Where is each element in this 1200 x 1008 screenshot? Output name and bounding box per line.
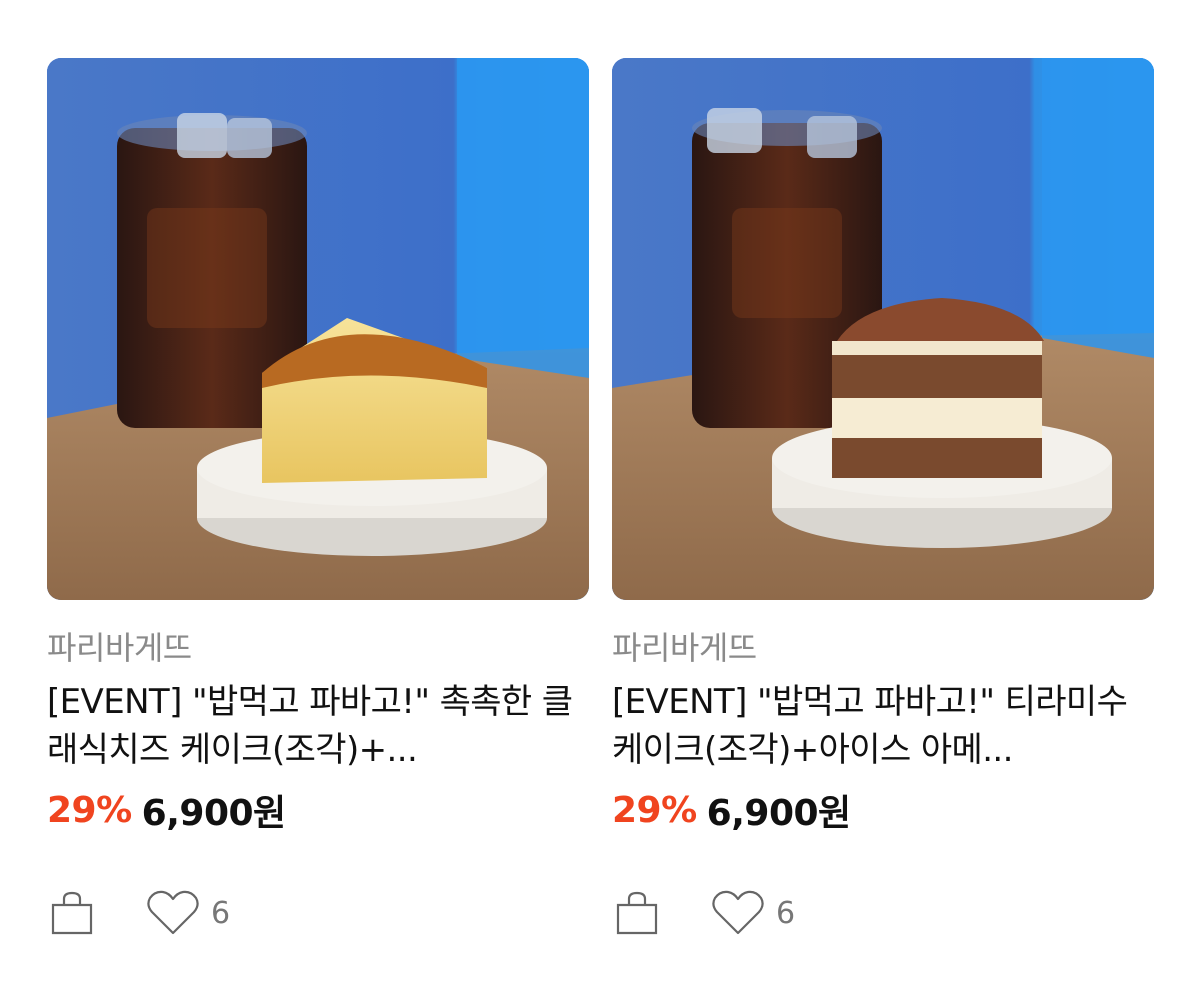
- product-title[interactable]: [EVENT] "밥먹고 파바고!" 촉촉한 클래식치즈 케이크(조각)+...: [47, 678, 589, 774]
- price-row: 29% 6,900원: [612, 782, 1154, 838]
- brand-name: 파리바게뜨: [612, 629, 757, 667]
- product-grid: 파리바게뜨 [EVENT] "밥먹고 파바고!" 촉촉한 클래식치즈 케이크(조…: [0, 0, 1200, 1008]
- like-count: 6: [211, 895, 231, 931]
- currency-unit: 원: [818, 793, 851, 834]
- price-value: 6,900: [706, 793, 819, 834]
- cheesecake-photo: [47, 58, 589, 600]
- like-button[interactable]: 6: [145, 888, 230, 938]
- price-row: 29% 6,900원: [47, 782, 589, 838]
- like-count: 6: [776, 895, 796, 931]
- product-image[interactable]: [47, 58, 589, 600]
- shopping-bag-icon[interactable]: [47, 888, 97, 938]
- currency-unit: 원: [253, 793, 286, 834]
- discount-rate: 29%: [47, 789, 132, 831]
- discount-rate: 29%: [612, 789, 697, 831]
- like-button[interactable]: 6: [710, 888, 795, 938]
- price-value: 6,900: [141, 793, 254, 834]
- product-card[interactable]: 파리바게뜨 [EVENT] "밥먹고 파바고!" 티라미수케이크(조각)+아이스…: [612, 58, 1154, 940]
- sale-price: 6,900원: [142, 784, 286, 836]
- shopping-bag-icon[interactable]: [612, 888, 662, 938]
- sale-price: 6,900원: [707, 784, 851, 836]
- heart-icon: [145, 888, 201, 938]
- heart-icon: [710, 888, 766, 938]
- card-actions: 6: [47, 886, 589, 940]
- product-title[interactable]: [EVENT] "밥먹고 파바고!" 티라미수케이크(조각)+아이스 아메...: [612, 678, 1154, 774]
- product-card[interactable]: 파리바게뜨 [EVENT] "밥먹고 파바고!" 촉촉한 클래식치즈 케이크(조…: [47, 58, 589, 940]
- brand-name: 파리바게뜨: [47, 629, 192, 667]
- card-actions: 6: [612, 886, 1154, 940]
- tiramisu-photo: [612, 58, 1154, 600]
- product-image[interactable]: [612, 58, 1154, 600]
